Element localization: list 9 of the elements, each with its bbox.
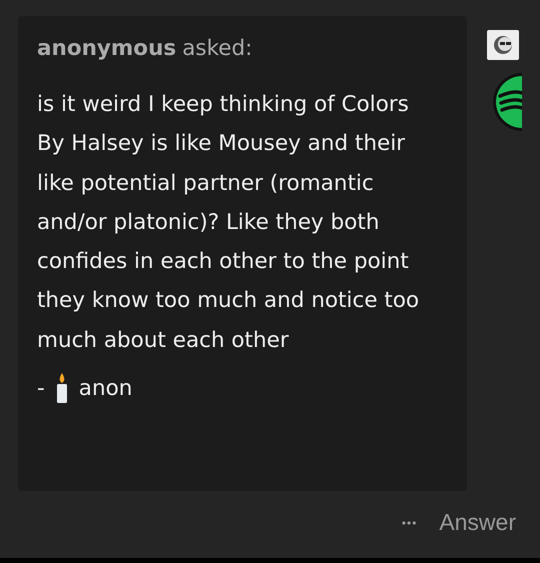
asked-label: asked: (182, 36, 252, 61)
answer-button[interactable]: Answer (439, 509, 516, 536)
music-app-icon[interactable] (492, 72, 522, 132)
candle-icon (54, 372, 69, 404)
signature-dash: - (37, 376, 45, 401)
signature-text: anon (78, 376, 132, 401)
asker-name[interactable]: anonymous (37, 36, 176, 61)
avatar-icon[interactable] (487, 30, 519, 60)
more-button[interactable]: ••• (402, 516, 418, 530)
